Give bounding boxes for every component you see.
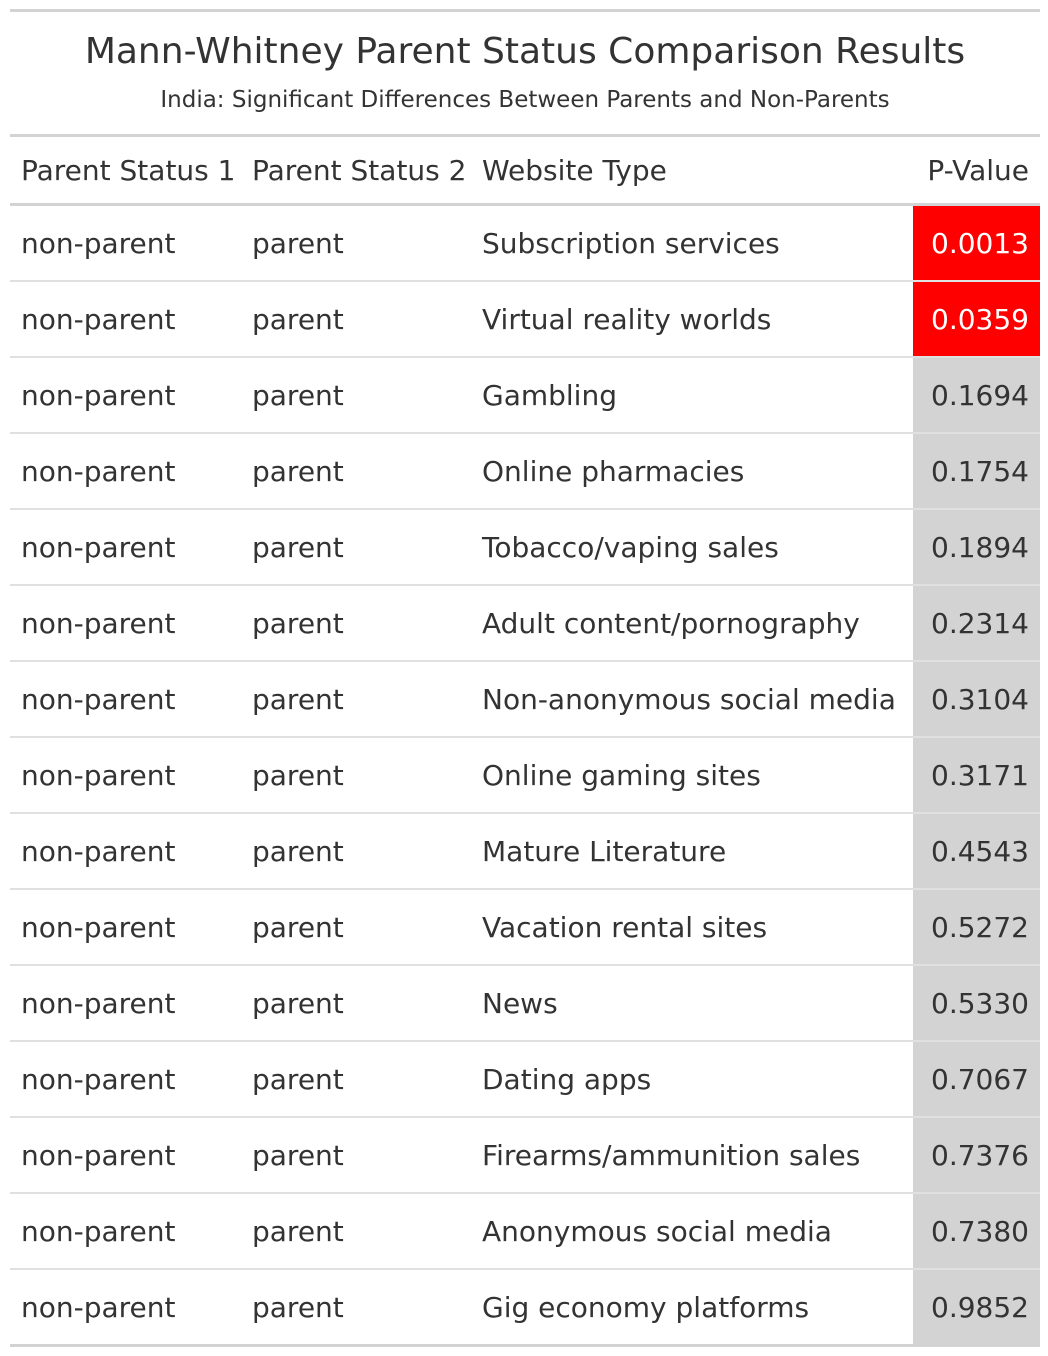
table-row: non-parent parent Virtual reality worlds 0.… [10,282,1040,358]
column-header-p-value: P-Value [927,153,1029,187]
table-row: non-parent parent Online gaming sites 0.317… [10,738,1040,814]
parent-status-1-cell: non-parent [21,530,176,564]
table-body: non-parent parent Subscription services 0.0… [10,206,1040,1347]
parent-status-1-cell: non-parent [21,1290,176,1324]
table-subtitle: India: Significant Differences Between P… [160,87,890,113]
parent-status-2-cell: parent [252,682,344,716]
table-row: non-parent parent Vacation rental sites 0.5… [10,890,1040,966]
p-value-cell: 0.7376 [913,1118,1040,1192]
parent-status-2-cell: parent [252,834,344,868]
website-type-cell: Adult content/pornography [482,606,860,640]
p-value-cell: 0.1694 [913,358,1040,432]
parent-status-2-cell: parent [252,302,344,336]
table-row: non-parent parent News 0.5330 [10,966,1040,1042]
table-row: non-parent parent Online pharmacies 0.1754 [10,434,1040,510]
p-value-cell: 0.5330 [913,966,1040,1040]
table-row: non-parent parent Tobacco/vaping sales 0.18… [10,510,1040,586]
website-type-cell: Virtual reality worlds [482,302,772,336]
table-row: non-parent parent Mature Literature 0.4543 [10,814,1040,890]
parent-status-1-cell: non-parent [21,378,176,412]
parent-status-1-cell: non-parent [21,1138,176,1172]
table-row: non-parent parent Gig economy platforms 0.9… [10,1270,1040,1347]
p-value-cell: 0.1754 [913,434,1040,508]
parent-status-1-cell: non-parent [21,454,176,488]
column-header-website-type: Website Type [482,153,667,187]
results-table: Mann-Whitney Parent Status Comparison Re… [10,9,1040,1347]
parent-status-1-cell: non-parent [21,834,176,868]
website-type-cell: Online gaming sites [482,758,761,792]
website-type-cell: Dating apps [482,1062,652,1096]
website-type-cell: News [482,986,558,1020]
website-type-cell: Subscription services [482,226,780,260]
table-row: non-parent parent Gambling 0.1694 [10,358,1040,434]
p-value-cell: 0.0359 [913,282,1040,356]
parent-status-2-cell: parent [252,606,344,640]
parent-status-2-cell: parent [252,378,344,412]
parent-status-1-cell: non-parent [21,1062,176,1096]
table-row: non-parent parent Adult content/pornograph… [10,586,1040,662]
parent-status-1-cell: non-parent [21,606,176,640]
parent-status-2-cell: parent [252,530,344,564]
p-value-cell: 0.5272 [913,890,1040,964]
parent-status-1-cell: non-parent [21,986,176,1020]
p-value-cell: 0.9852 [913,1270,1040,1344]
p-value-cell: 0.2314 [913,586,1040,660]
p-value-cell: 0.4543 [913,814,1040,888]
parent-status-1-cell: non-parent [21,758,176,792]
column-header-row: Parent Status 1 Parent Status 2 Website … [10,137,1040,206]
website-type-cell: Non-anonymous social media [482,682,896,716]
parent-status-2-cell: parent [252,986,344,1020]
table-title: Mann-Whitney Parent Status Comparison Re… [84,31,966,72]
parent-status-2-cell: parent [252,758,344,792]
parent-status-1-cell: non-parent [21,302,176,336]
p-value-cell: 0.3104 [913,662,1040,736]
website-type-cell: Anonymous social media [482,1214,832,1248]
website-type-cell: Vacation rental sites [482,910,768,944]
column-header-parent-status-2: Parent Status 2 [252,153,467,187]
table-row: non-parent parent Non-anonymous social med… [10,662,1040,738]
parent-status-2-cell: parent [252,1214,344,1248]
p-value-cell: 0.7380 [913,1194,1040,1268]
table-row: non-parent parent Subscription services 0.0… [10,206,1040,282]
table-row: non-parent parent Dating apps 0.7067 [10,1042,1040,1118]
website-type-cell: Online pharmacies [482,454,745,488]
website-type-cell: Gambling [482,378,617,412]
table-heading: Mann-Whitney Parent Status Comparison Re… [10,12,1040,137]
parent-status-2-cell: parent [252,1290,344,1324]
parent-status-2-cell: parent [252,1138,344,1172]
table-row: non-parent parent Anonymous social media 0.… [10,1194,1040,1270]
website-type-cell: Gig economy platforms [482,1290,810,1324]
parent-status-1-cell: non-parent [21,682,176,716]
parent-status-1-cell: non-parent [21,910,176,944]
parent-status-2-cell: parent [252,1062,344,1096]
website-type-cell: Tobacco/vaping sales [482,530,779,564]
p-value-cell: 0.1894 [913,510,1040,584]
parent-status-2-cell: parent [252,226,344,260]
parent-status-2-cell: parent [252,910,344,944]
website-type-cell: Mature Literature [482,834,727,868]
parent-status-2-cell: parent [252,454,344,488]
parent-status-1-cell: non-parent [21,226,176,260]
p-value-cell: 0.0013 [913,206,1040,280]
p-value-cell: 0.3171 [913,738,1040,812]
column-header-parent-status-1: Parent Status 1 [21,153,236,187]
parent-status-1-cell: non-parent [21,1214,176,1248]
p-value-cell: 0.7067 [913,1042,1040,1116]
table-row: non-parent parent Firearms/ammunition sale… [10,1118,1040,1194]
website-type-cell: Firearms/ammunition sales [482,1138,861,1172]
